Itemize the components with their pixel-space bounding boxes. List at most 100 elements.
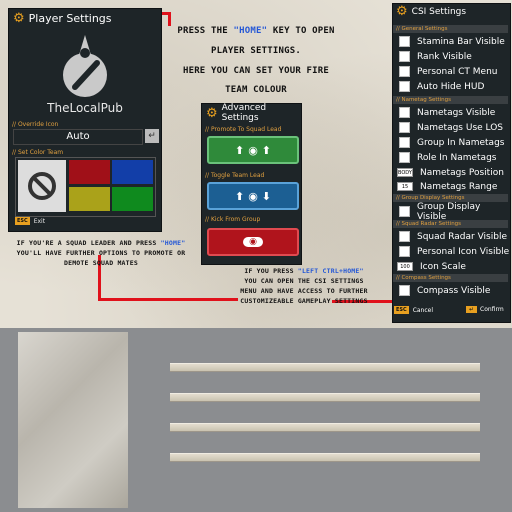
fire-team-logo-icon: [63, 35, 107, 97]
arrow-up-icon: ⬆: [261, 143, 272, 157]
arrow-up-icon: ⬆: [234, 143, 245, 157]
squad-prefix-text: IF YOU'RE A SQUAD LEADER AND PRESS: [16, 239, 161, 247]
player-icon: ◉: [248, 143, 258, 157]
player-icon: ◉: [248, 189, 258, 203]
texture-plank: [170, 423, 480, 432]
general-settings-header: // General Settings: [393, 25, 508, 33]
checkbox[interactable]: [399, 36, 410, 47]
squad-radar-header: // Squad Radar Settings: [393, 220, 508, 228]
setting-nametags-los[interactable]: Nametags Use LOS: [394, 120, 503, 135]
setting-label: Nametags Range: [420, 181, 498, 192]
csi-settings-title: CSI Settings: [411, 6, 467, 17]
setting-label: Nametags Position: [420, 167, 504, 178]
setting-personal-ct-menu[interactable]: Personal CT Menu: [394, 64, 497, 79]
setting-icon-scale[interactable]: 100 Icon Scale: [394, 259, 466, 274]
username-label: TheLocalPub: [47, 101, 123, 115]
player-settings-header: ⚙ Player Settings: [9, 9, 161, 27]
csi-prefix-text: IF YOU PRESS: [244, 267, 298, 275]
icon-apply-button[interactable]: ↵: [145, 129, 159, 143]
cancel-label: Cancel: [412, 306, 434, 314]
checkbox[interactable]: [399, 122, 410, 133]
checkbox[interactable]: [399, 231, 410, 242]
setting-label: Compass Visible: [417, 285, 491, 296]
csi-annotation: IF YOU PRESS "LEFT CTRL+HOME" YOU CAN OP…: [236, 266, 372, 306]
player-settings-panel: ⚙ Player Settings TheLocalPub // Overrid…: [8, 8, 162, 232]
exit-button[interactable]: ESC Exit: [15, 217, 45, 225]
setting-squad-radar-visible[interactable]: Squad Radar Visible: [394, 229, 507, 244]
setting-label: Nametags Visible: [417, 107, 496, 118]
kick-player-icon: ◉: [243, 237, 263, 247]
home-line3-text: HERE YOU CAN SET YOUR FIRE: [182, 65, 330, 76]
icon-scale-input[interactable]: 100: [397, 262, 413, 271]
csi-key-text: "LEFT CTRL+HOME": [297, 267, 364, 275]
home-key-text: "HOME": [233, 26, 268, 36]
exit-label: Exit: [33, 217, 46, 225]
setting-role-in-nametags[interactable]: Role In Nametags: [394, 150, 496, 165]
home-suffix-text: KEY TO OPEN: [267, 26, 335, 36]
checkbox[interactable]: [399, 51, 410, 62]
csi-settings-header: ⚙ CSI Settings: [396, 5, 466, 18]
color-team-grid: [15, 157, 156, 217]
home-line4-text: TEAM COLOUR: [225, 85, 287, 96]
setting-label: Icon Scale: [420, 261, 466, 272]
color-swatch-yellow[interactable]: [69, 187, 110, 211]
setting-label: Group In Nametags: [417, 137, 505, 148]
setting-personal-icon-visible[interactable]: Personal Icon Visible: [394, 244, 509, 259]
gear-icon: ⚙: [206, 105, 218, 121]
csi-rest-text: YOU CAN OPEN THE CSI SETTINGS MENU AND H…: [240, 277, 368, 306]
squad-rest-text: YOU'LL HAVE FURTHER OPTIONS TO PROMOTE O…: [16, 249, 186, 268]
no-color-button[interactable]: [18, 160, 66, 212]
color-swatch-red[interactable]: [69, 160, 110, 184]
esc-key-badge: ESC: [394, 306, 409, 314]
checkbox[interactable]: [399, 246, 410, 257]
promote-squad-lead-button[interactable]: ⬆ ◉ ⬆: [207, 136, 299, 164]
nametag-settings-header: // Nametag Settings: [393, 96, 508, 104]
setting-stamina-bar[interactable]: Stamina Bar Visible: [394, 34, 505, 49]
setting-nametags-visible[interactable]: Nametags Visible: [394, 105, 495, 120]
color-swatch-blue[interactable]: [112, 160, 153, 184]
csi-cancel-button[interactable]: ESC Cancel: [394, 306, 433, 314]
checkbox[interactable]: [399, 152, 410, 163]
setting-nametags-position[interactable]: BODY Nametags Position: [394, 165, 504, 180]
kick-from-group-button[interactable]: ◉: [207, 228, 299, 256]
gear-icon: ⚙: [13, 10, 25, 26]
texture-plank: [170, 363, 480, 372]
compass-settings-header: // Compass Settings: [393, 274, 508, 282]
setting-label: Rank Visible: [417, 51, 472, 62]
set-color-team-label: // Set Color Team: [12, 149, 64, 156]
setting-label: Personal Icon Visible: [417, 246, 510, 257]
icon-select[interactable]: Auto: [13, 129, 143, 145]
override-icon-label: // Override Icon: [12, 121, 59, 128]
toggle-label: // Toggle Team Lead: [205, 172, 265, 179]
setting-compass-visible[interactable]: Compass Visible: [394, 283, 490, 298]
esc-key-badge: ESC: [15, 217, 30, 225]
gear-icon: ⚙: [396, 4, 408, 19]
checkbox[interactable]: [399, 137, 410, 148]
texture-plank: [170, 453, 480, 462]
color-swatch-green[interactable]: [112, 187, 153, 211]
csi-confirm-button[interactable]: ↵ Confirm: [466, 306, 504, 313]
home-prefix-text: PRESS THE: [177, 26, 234, 36]
squad-leader-annotation: IF YOU'RE A SQUAD LEADER AND PRESS "HOME…: [6, 238, 196, 268]
setting-label: Nametags Use LOS: [417, 122, 504, 133]
setting-group-in-nametags[interactable]: Group In Nametags: [394, 135, 504, 150]
checkbox[interactable]: [399, 285, 410, 296]
range-input[interactable]: 15: [397, 182, 413, 191]
checkbox[interactable]: [399, 206, 410, 217]
position-select[interactable]: BODY: [397, 168, 413, 177]
setting-nametags-range[interactable]: 15 Nametags Range: [394, 179, 497, 194]
setting-label: Squad Radar Visible: [417, 231, 507, 242]
setting-group-display-visible[interactable]: Group Display Visible: [394, 201, 512, 222]
player-settings-title: Player Settings: [28, 11, 112, 25]
setting-auto-hide-hud[interactable]: Auto Hide HUD: [394, 79, 484, 94]
checkbox[interactable]: [399, 66, 410, 77]
advanced-settings-title: Advanced Settings: [221, 103, 267, 123]
texture-swatch: [18, 332, 128, 508]
checkbox[interactable]: [399, 107, 410, 118]
setting-label: Group Display Visible: [416, 201, 481, 222]
checkbox[interactable]: [399, 81, 410, 92]
toggle-team-lead-button[interactable]: ⬆ ◉ ⬇: [207, 182, 299, 210]
no-color-icon: [28, 172, 56, 200]
setting-rank-visible[interactable]: Rank Visible: [394, 49, 472, 64]
setting-label: Role In Nametags: [417, 152, 497, 163]
